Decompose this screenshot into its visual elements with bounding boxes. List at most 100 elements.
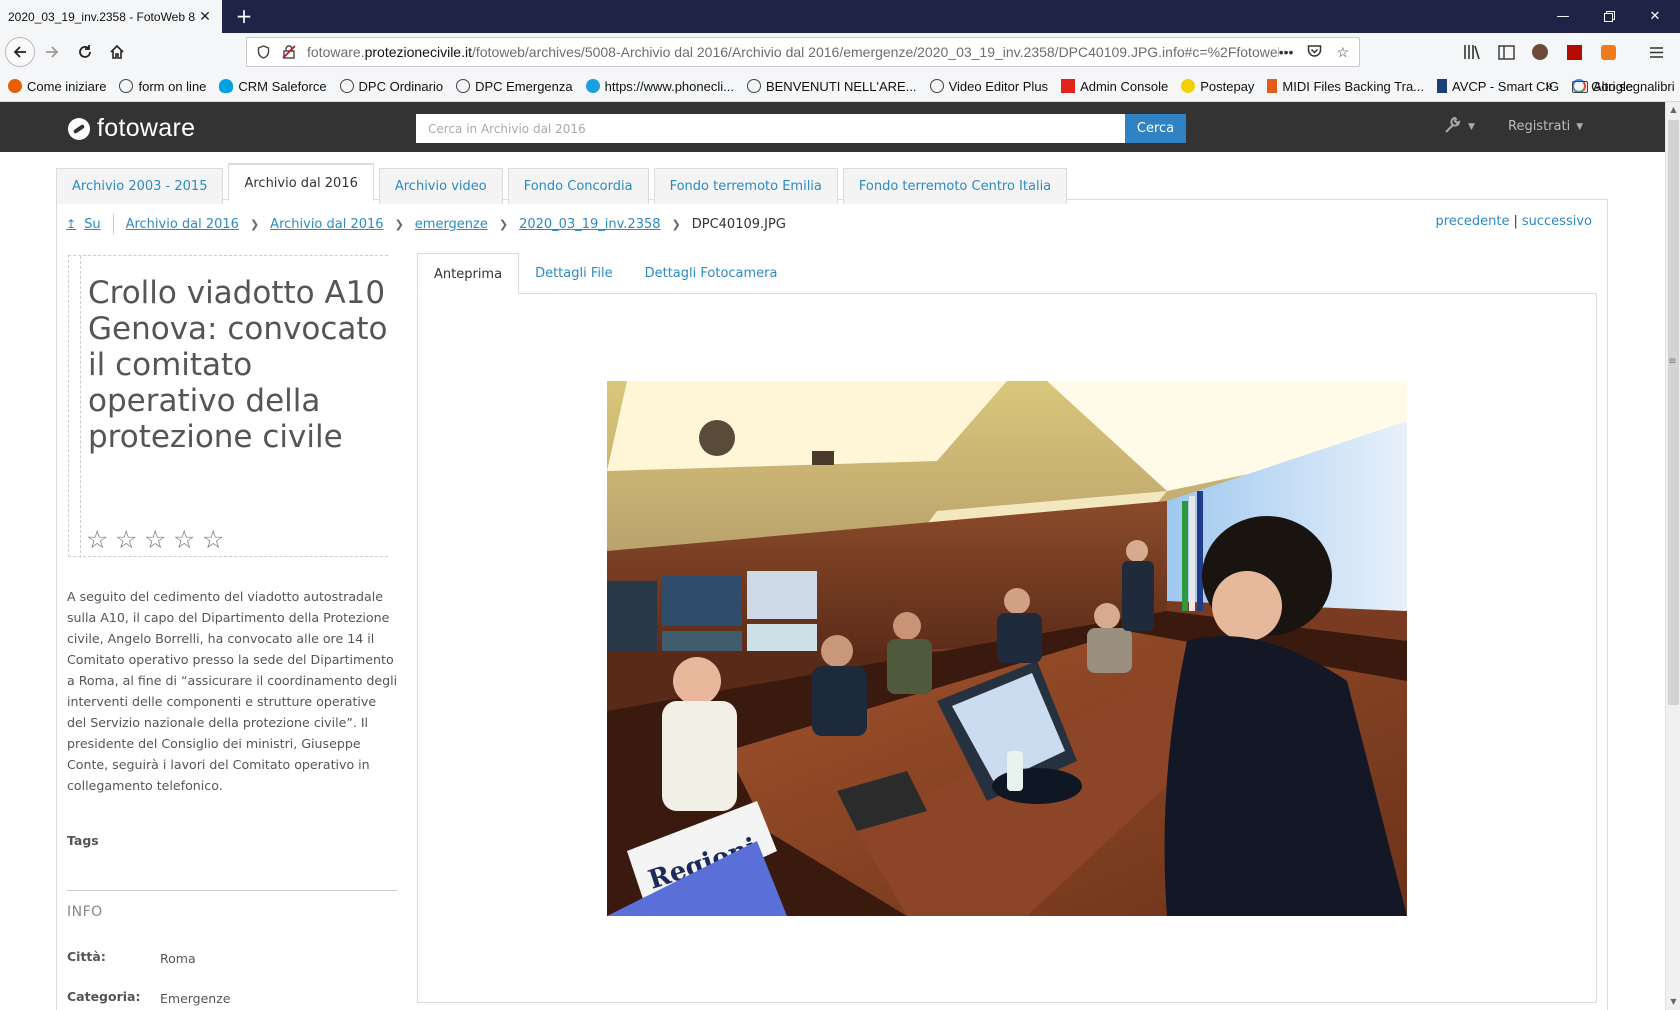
scroll-up-arrow-icon[interactable]: ▲ — [1666, 102, 1680, 118]
tab-archivio-2003-2015[interactable]: Archivio 2003 - 2015 — [56, 168, 224, 204]
chevron-down-icon: ▼ — [1468, 122, 1475, 132]
hamburger-menu-icon[interactable] — [1646, 42, 1666, 62]
next-link[interactable]: successivo — [1522, 214, 1592, 229]
tab-fondo-terremoto-emilia[interactable]: Fondo terremoto Emilia — [653, 168, 838, 204]
chevron-right-icon: ❯ — [394, 217, 404, 231]
reload-icon[interactable] — [71, 38, 99, 66]
search-input[interactable]: Cerca in Archivio dal 2016 — [416, 114, 1126, 143]
bookmark-item[interactable]: Admin Console — [1061, 79, 1168, 94]
home-icon[interactable] — [103, 38, 131, 66]
page-scrollbar[interactable]: ▲ ▼ — [1665, 102, 1680, 1010]
tab-close-icon[interactable]: ✕ — [196, 8, 214, 26]
scrollbar-grip-icon: ≡ — [1668, 356, 1677, 367]
bookmark-item[interactable]: AVCP - Smart CIG — [1437, 79, 1559, 94]
prev-next-nav: precedente | successivo — [1435, 214, 1592, 229]
back-arrow-icon[interactable] — [5, 37, 35, 67]
archive-tabs: Archivio 2003 - 2015 Archivio dal 2016 A… — [56, 163, 1072, 204]
minimize-window-icon[interactable]: — — [1540, 0, 1586, 33]
search-button[interactable]: Cerca — [1125, 114, 1186, 143]
chevron-right-icon: ❯ — [249, 217, 260, 231]
page-actions-icon[interactable]: ••• — [1279, 44, 1294, 61]
bookmark-item[interactable]: Video Editor Plus — [929, 79, 1048, 94]
library-icon[interactable] — [1462, 42, 1482, 62]
star-icon[interactable]: ☆ — [173, 527, 197, 552]
cloud-icon — [219, 79, 234, 93]
up-link[interactable]: ↥ Su — [66, 217, 101, 232]
postepay-icon — [1181, 79, 1196, 93]
asset-title: Crollo viadotto A10 Genova: convocato il… — [88, 275, 388, 455]
browser-navbar: fotoware.protezionecivile.it/fotoweb/arc… — [0, 33, 1680, 71]
info-heading: INFO — [67, 904, 103, 920]
bookmarks-toolbar: Come iniziare form on line CRM Saleforce… — [0, 71, 1680, 102]
scrollbar-thumb[interactable] — [1668, 120, 1679, 705]
fotoware-logo-icon — [68, 117, 90, 140]
city-value: Roma — [160, 951, 196, 966]
city-label: Città: — [67, 949, 106, 964]
divider — [67, 890, 397, 891]
user-menu[interactable]: Registrati ▼ — [1508, 119, 1583, 134]
fotoware-header: fotoware Cerca in Archivio dal 2016 Cerc… — [0, 102, 1665, 152]
breadcrumb-link[interactable]: Archivio dal 2016 — [270, 217, 383, 232]
tab-dettagli-fotocamera[interactable]: Dettagli Fotocamera — [629, 253, 794, 294]
bookmark-star-icon[interactable]: ☆ — [1336, 44, 1349, 61]
bookmark-item[interactable]: BENVENUTI NELL'ARE... — [746, 79, 917, 94]
bookmarks-overflow-icon[interactable]: » — [1545, 77, 1553, 93]
bookmark-item[interactable]: Come iniziare — [8, 79, 106, 94]
globe-icon — [746, 79, 761, 93]
star-icon[interactable]: ☆ — [144, 527, 168, 552]
tab-archivio-dal-2016[interactable]: Archivio dal 2016 — [228, 163, 374, 201]
restore-window-icon[interactable] — [1586, 0, 1632, 33]
address-bar[interactable]: fotoware.protezionecivile.it/fotoweb/arc… — [246, 37, 1360, 67]
tab-archivio-video[interactable]: Archivio video — [378, 168, 503, 204]
previous-link[interactable]: precedente — [1435, 214, 1509, 229]
folder-icon — [1572, 80, 1588, 93]
star-rating[interactable]: ☆ ☆ ☆ ☆ ☆ — [86, 527, 226, 552]
breadcrumb: ↥ Su Archivio dal 2016 ❯ Archivio dal 201… — [66, 214, 786, 234]
sidebar-icon[interactable] — [1496, 42, 1516, 62]
breadcrumb-divider — [112, 214, 114, 234]
globe-icon — [339, 79, 354, 93]
bookmark-item[interactable]: MIDI Files Backing Tra... — [1267, 79, 1424, 94]
preview-photo[interactable]: Regioni — [607, 381, 1407, 916]
bookmark-item[interactable]: DPC Ordinario — [339, 79, 443, 94]
adobe-pdf-extension-icon[interactable] — [1564, 42, 1584, 62]
breadcrumb-link[interactable]: 2020_03_19_inv.2358 — [519, 217, 660, 232]
browser-tab-active[interactable]: 2020_03_19_inv.2358 - FotoWeb 8.0 ✕ — [0, 0, 222, 33]
new-tab-button[interactable]: + — [232, 5, 256, 29]
fotoware-logo[interactable]: fotoware — [68, 114, 195, 143]
title-edit-handle — [69, 256, 81, 558]
nav-divider: | — [1513, 214, 1518, 229]
breadcrumb-link[interactable]: emergenze — [415, 217, 488, 232]
forward-arrow-icon[interactable] — [38, 38, 66, 66]
close-window-icon[interactable]: ✕ — [1632, 0, 1678, 33]
tools-menu[interactable]: ▼ — [1444, 116, 1475, 138]
scroll-down-arrow-icon[interactable]: ▼ — [1666, 994, 1680, 1010]
star-icon[interactable]: ☆ — [202, 527, 226, 552]
bookmark-item[interactable]: Postepay — [1181, 79, 1254, 94]
chevron-right-icon: ❯ — [498, 217, 509, 231]
tracking-shield-icon[interactable] — [253, 45, 273, 59]
other-bookmarks-folder[interactable]: Altri segnalibri — [1572, 71, 1675, 102]
star-icon[interactable]: ☆ — [115, 527, 139, 552]
pocket-icon[interactable] — [1307, 44, 1322, 61]
tab-fondo-concordia[interactable]: Fondo Concordia — [507, 168, 649, 204]
tab-fondo-terremoto-centro-italia[interactable]: Fondo terremoto Centro Italia — [842, 168, 1068, 204]
browser-tabstrip: 2020_03_19_inv.2358 - FotoWeb 8.0 ✕ + — … — [0, 0, 1680, 33]
profile-avatar-icon[interactable] — [1530, 42, 1550, 62]
adobe-icon — [1061, 79, 1076, 93]
breadcrumb-link[interactable]: Archivio dal 2016 — [126, 217, 239, 232]
chevron-down-icon: ▼ — [1576, 121, 1584, 132]
bookmark-item[interactable]: CRM Saleforce — [219, 79, 327, 94]
bookmark-item[interactable]: https://www.phonecli... — [585, 79, 734, 94]
bookmark-item[interactable]: DPC Emergenza — [456, 79, 573, 94]
category-label: Categoria: — [67, 989, 141, 1004]
tab-anteprima[interactable]: Anteprima — [417, 253, 520, 295]
extension-orange-icon[interactable] — [1598, 42, 1618, 62]
star-icon[interactable]: ☆ — [86, 527, 110, 552]
tab-dettagli-file[interactable]: Dettagli File — [519, 253, 629, 294]
insecure-lock-icon[interactable] — [279, 45, 299, 59]
category-value: Emergenze — [160, 991, 231, 1006]
bookmark-item[interactable]: form on line — [119, 79, 206, 94]
url-text[interactable]: fotoware.protezionecivile.it/fotoweb/arc… — [307, 44, 1279, 60]
tags-label: Tags — [67, 833, 99, 848]
